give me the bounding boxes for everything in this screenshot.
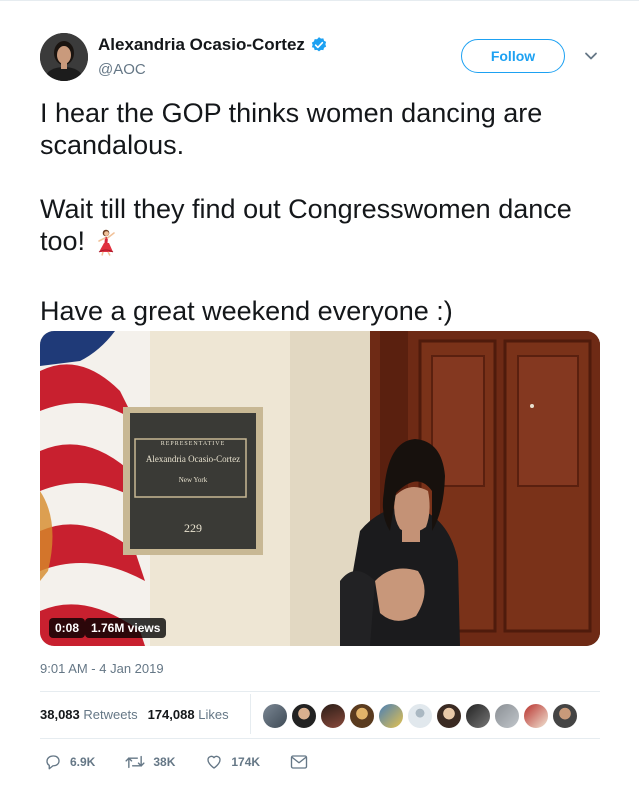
divider	[40, 691, 600, 692]
reply-button[interactable]: 6.9K	[44, 753, 95, 771]
plaque-name: Alexandria Ocasio-Cortez	[145, 454, 241, 464]
retweets-stat[interactable]: 38,083 Retweets	[40, 707, 138, 722]
liker-avatar[interactable]	[494, 703, 520, 729]
verified-badge-icon	[311, 37, 327, 52]
engagement-stats: 38,083 Retweets 174,088 Likes	[40, 707, 229, 722]
tweet-line-2: Wait till they find out Congresswomen da…	[40, 193, 600, 263]
video-views: 1.76M views	[85, 618, 167, 638]
retweets-count: 38,083	[40, 707, 80, 722]
plaque-room: 229	[184, 521, 202, 535]
liker-avatar[interactable]	[523, 703, 549, 729]
retweets-label: Retweets	[83, 707, 138, 722]
liker-avatar[interactable]	[349, 703, 375, 729]
tweet-line-2-text: Wait till they find out Congresswomen da…	[40, 194, 572, 256]
retweet-count: 38K	[153, 755, 176, 769]
like-button[interactable]: 174K	[205, 753, 260, 771]
plaque-state: New York	[178, 476, 208, 484]
video-player[interactable]: REPRESENTATIVE Alexandria Ocasio-Cortez …	[40, 331, 600, 646]
tweet-actions: 6.9K 38K 174K	[44, 753, 338, 771]
liker-avatar[interactable]	[262, 703, 288, 729]
reply-icon	[46, 755, 60, 770]
liker-avatar[interactable]	[378, 703, 404, 729]
author-avatar[interactable]	[40, 33, 88, 81]
liker-avatar[interactable]	[552, 703, 578, 729]
tweet-text: I hear the GOP thinks women dancing are …	[40, 97, 600, 327]
video-frame	[40, 331, 600, 646]
reply-count: 6.9K	[70, 755, 96, 769]
retweet-button[interactable]: 38K	[125, 753, 175, 771]
video-duration: 0:08	[49, 618, 86, 638]
likes-count: 174,088	[147, 707, 195, 722]
dancing-woman-emoji	[91, 228, 119, 263]
author-name[interactable]: Alexandria Ocasio-Cortez	[98, 35, 305, 55]
divider	[40, 738, 600, 739]
tweet-timestamp[interactable]: 9:01 AM - 4 Jan 2019	[40, 661, 164, 676]
tweet-line-3: Have a great weekend everyone :)	[40, 296, 453, 326]
chevron-down-icon[interactable]	[584, 51, 598, 61]
liker-avatars	[262, 703, 578, 729]
liker-avatar[interactable]	[291, 703, 317, 729]
liker-avatar[interactable]	[465, 703, 491, 729]
heart-icon	[207, 755, 222, 769]
likes-stat[interactable]: 174,088 Likes	[148, 707, 229, 722]
liker-avatar[interactable]	[436, 703, 462, 729]
stats-separator	[250, 694, 251, 734]
likes-label: Likes	[198, 707, 229, 722]
follow-button[interactable]: Follow	[461, 39, 565, 73]
tweet-line-1: I hear the GOP thinks women dancing are …	[40, 98, 543, 160]
author-name-row: Alexandria Ocasio-Cortez	[98, 35, 328, 55]
plaque-title: REPRESENTATIVE	[160, 441, 226, 447]
tweet-card: Alexandria Ocasio-Cortez @AOC Follow I h…	[0, 0, 639, 800]
like-count: 174K	[231, 755, 261, 769]
author-handle[interactable]: @AOC	[98, 61, 146, 78]
liker-avatar[interactable]	[320, 703, 346, 729]
retweet-icon	[125, 755, 145, 769]
envelope-icon	[290, 755, 308, 769]
direct-message-button[interactable]	[290, 754, 308, 770]
liker-avatar[interactable]	[407, 703, 433, 729]
